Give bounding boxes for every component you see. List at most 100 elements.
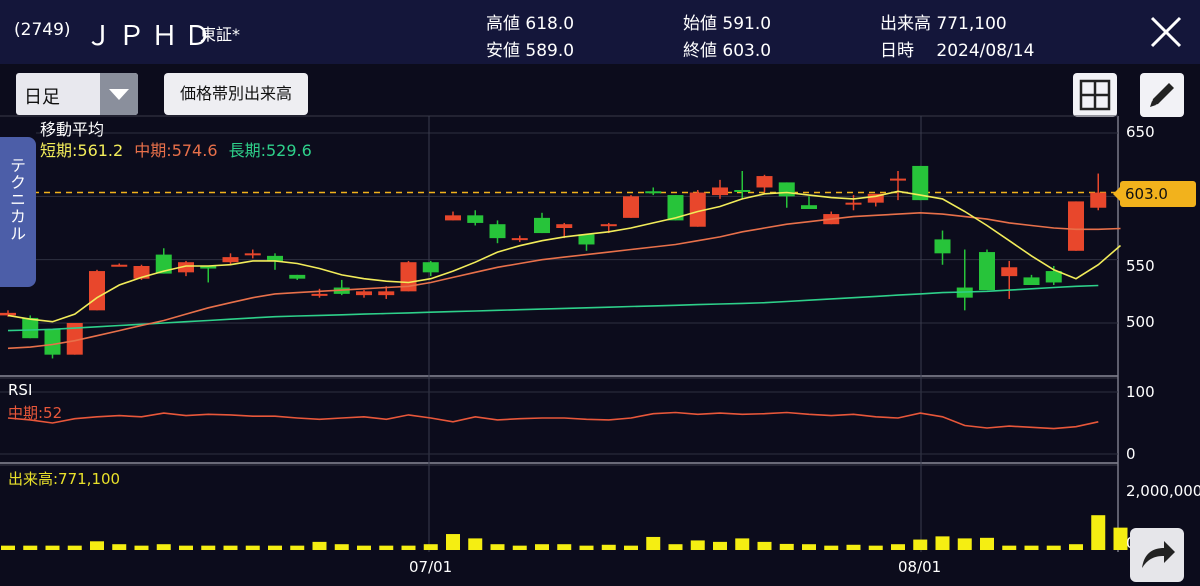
- volume-bar: [201, 545, 216, 550]
- volume-bar: [179, 545, 193, 550]
- volume-bar: [290, 545, 305, 550]
- rsi-polyline: [7, 411, 1099, 430]
- candle-body: [778, 182, 795, 197]
- volume-bar: [601, 544, 616, 550]
- volume-bar: [535, 544, 549, 550]
- volume-bar: [935, 536, 950, 550]
- date-label-0701: 07/01: [409, 558, 453, 576]
- candle-body: [712, 187, 728, 196]
- candle-body: [0, 312, 16, 316]
- candle-body: [422, 262, 439, 273]
- volume-bar: [579, 545, 594, 550]
- candle-body: [489, 224, 506, 239]
- volume-bar: [245, 545, 260, 550]
- volume-bar: [134, 545, 149, 550]
- volume-bar: [868, 545, 883, 550]
- volume-bar: [468, 538, 483, 550]
- candle-body: [378, 291, 395, 296]
- volume-bar: [757, 541, 772, 550]
- candle-body: [756, 176, 773, 188]
- candle-body: [311, 293, 328, 296]
- volume-bar: [1024, 545, 1039, 550]
- volume-bar: [1, 545, 15, 550]
- volume-bar: [690, 540, 705, 550]
- candle-body: [979, 252, 995, 291]
- candle-body: [89, 271, 105, 311]
- technical-tab[interactable]: テクニカル: [0, 137, 36, 287]
- candle-body: [534, 217, 550, 234]
- volume-bar: [379, 545, 394, 550]
- volume-bar: [557, 544, 572, 550]
- candle-body: [600, 224, 617, 227]
- volume-bar: [90, 541, 104, 550]
- candle-body: [623, 196, 639, 218]
- candle-body: [890, 178, 906, 181]
- ma-long-line: [7, 284, 1099, 332]
- candle-body: [934, 239, 951, 254]
- volume-bar: [779, 543, 794, 550]
- volume-bar: [23, 545, 38, 550]
- share-arrow-icon: [1142, 541, 1175, 568]
- candle-body: [445, 215, 461, 221]
- share-button[interactable]: [1130, 528, 1184, 582]
- rsi-tick-0: 0: [1126, 445, 1136, 463]
- candle-body: [467, 215, 484, 223]
- current-price-tag: 603.0: [1113, 181, 1196, 207]
- candle-body: [356, 291, 372, 296]
- candle-body: [44, 329, 61, 355]
- candle-body: [111, 264, 128, 267]
- volume-bar: [156, 544, 171, 550]
- volume-bar: [223, 545, 238, 550]
- rsi-line: [7, 411, 1099, 430]
- chart-canvas[interactable]: [0, 0, 1200, 585]
- volume-bar: [67, 545, 82, 550]
- volume-bar: [423, 544, 438, 550]
- volume-bar: [624, 545, 638, 550]
- date-label-0801: 08/01: [898, 558, 942, 576]
- technical-tab-label: テクニカル: [7, 157, 26, 242]
- candle-body: [556, 224, 573, 228]
- volume-bar: [268, 545, 282, 550]
- volume-bar: [45, 545, 60, 550]
- candle-body: [22, 317, 39, 339]
- rsi-tick-100: 100: [1126, 383, 1155, 401]
- candle-body: [1023, 277, 1040, 285]
- price-tick-500: 500: [1126, 313, 1155, 331]
- volume-bar: [913, 539, 928, 550]
- volume-bar: [1091, 515, 1106, 550]
- volume-bar: [1069, 544, 1083, 550]
- volume-bar: [1046, 545, 1061, 550]
- chart-grid: [0, 115, 1119, 552]
- volume-bar: [512, 545, 527, 550]
- volume-bar: [824, 545, 839, 550]
- volume-bar: [112, 544, 127, 550]
- volume-bar: [646, 536, 661, 550]
- ma-long-label: 長期:529.6: [228, 141, 312, 160]
- price-tick-650: 650: [1126, 123, 1155, 141]
- volume-bar: [802, 544, 816, 550]
- moving-average-lines: [7, 190, 1122, 350]
- ma-short-label: 短期:561.2: [40, 141, 124, 160]
- volume-bar: [735, 538, 750, 550]
- candle-body: [511, 238, 528, 241]
- candle-body: [578, 234, 595, 245]
- volume-bar: [713, 541, 727, 550]
- rsi-title: RSI: [8, 381, 33, 399]
- price-tick-550: 550: [1126, 257, 1155, 275]
- candle-body: [845, 202, 862, 205]
- volume-bar: [980, 537, 994, 550]
- candle-body: [222, 257, 239, 263]
- volume-bar: [312, 541, 327, 550]
- volume-bar: [490, 544, 505, 550]
- volume-bar: [957, 538, 972, 550]
- candle-body: [645, 191, 662, 194]
- volume-bar: [357, 545, 371, 550]
- rsi-value: 中期:52: [8, 404, 63, 422]
- volume-title: 出来高:771,100: [8, 470, 121, 488]
- candle-body: [244, 253, 261, 256]
- volume-bar: [891, 544, 905, 550]
- candle-body: [1090, 192, 1107, 208]
- volume-bar: [846, 544, 861, 550]
- candle-body: [1001, 267, 1018, 277]
- volume-tick-max: 2,000,000: [1126, 482, 1200, 500]
